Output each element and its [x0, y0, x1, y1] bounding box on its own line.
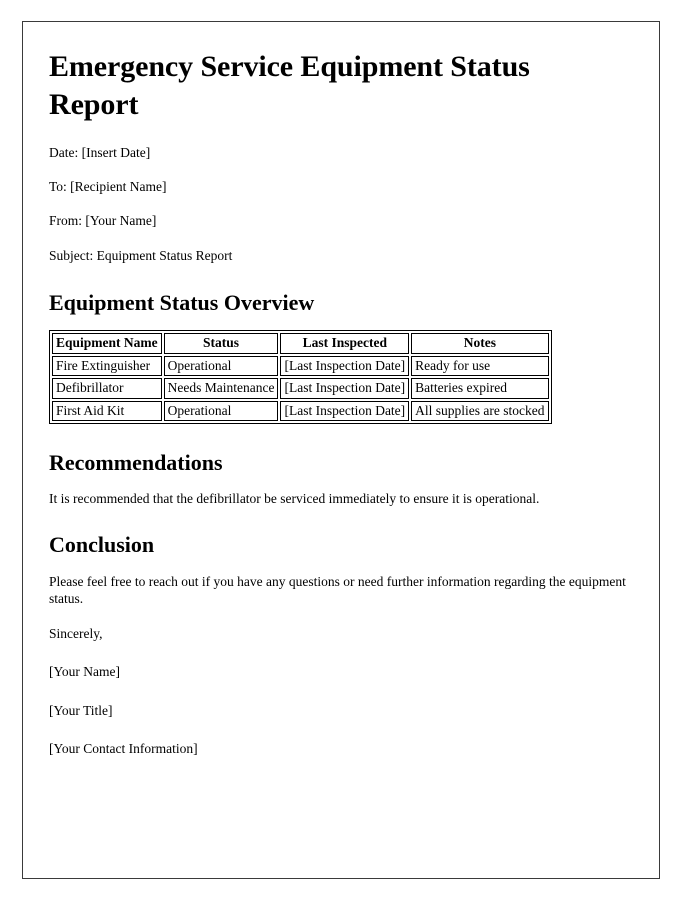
cell-equipment-name: First Aid Kit — [52, 400, 162, 422]
signature-contact: [Your Contact Information] — [49, 740, 198, 756]
signature-closing: Sincerely, — [49, 626, 103, 642]
meta-line-to: To: [Recipient Name] — [49, 179, 167, 195]
column-header-equipment-name: Equipment Name — [52, 333, 162, 354]
equipment-status-table: Equipment Name Status Last Inspected Not… — [49, 330, 552, 425]
meta-line-date: Date: [Insert Date] — [49, 145, 151, 160]
signature-title: [Your Title] — [49, 702, 113, 718]
table-body: Fire Extinguisher Operational [Last Insp… — [52, 355, 549, 422]
cell-status: Operational — [163, 400, 279, 422]
section-heading-equipment-status-overview: Equipment Status Overview — [49, 289, 315, 315]
cell-notes: All supplies are stocked — [411, 400, 549, 422]
section-heading-recommendations: Recommendations — [49, 450, 223, 476]
cell-notes: Batteries expired — [411, 378, 549, 399]
cell-status: Needs Maintenance — [163, 378, 279, 399]
cell-notes: Ready for use — [411, 355, 549, 377]
column-header-notes: Notes — [411, 333, 549, 354]
conclusion-body: Please feel free to reach out if you hav… — [49, 573, 626, 607]
document-page-frame: Emergency Service Equipment Status Repor… — [22, 21, 660, 879]
signature-name: [Your Name] — [49, 664, 120, 680]
cell-status: Operational — [163, 355, 279, 377]
table-row: First Aid Kit Operational [Last Inspecti… — [52, 400, 549, 422]
document-content: Emergency Service Equipment Status Repor… — [23, 22, 659, 757]
meta-line-subject: Subject: Equipment Status Report — [49, 247, 233, 263]
table-header: Equipment Name Status Last Inspected Not… — [52, 333, 549, 354]
cell-last-inspected: [Last Inspection Date] — [280, 355, 410, 377]
cell-equipment-name: Fire Extinguisher — [52, 355, 162, 377]
cell-last-inspected: [Last Inspection Date] — [280, 378, 410, 399]
column-header-last-inspected: Last Inspected — [280, 333, 410, 354]
section-heading-conclusion: Conclusion — [49, 532, 155, 558]
cell-last-inspected: [Last Inspection Date] — [280, 400, 410, 422]
recommendations-body: It is recommended that the defibrillator… — [49, 491, 540, 507]
table-row: Defibrillator Needs Maintenance [Last In… — [52, 378, 549, 399]
table-row: Fire Extinguisher Operational [Last Insp… — [52, 355, 549, 377]
page-title: Emergency Service Equipment Status Repor… — [49, 50, 530, 121]
cell-equipment-name: Defibrillator — [52, 378, 162, 399]
table-header-row: Equipment Name Status Last Inspected Not… — [52, 333, 549, 354]
meta-line-from: From: [Your Name] — [49, 213, 157, 229]
column-header-status: Status — [163, 333, 279, 354]
